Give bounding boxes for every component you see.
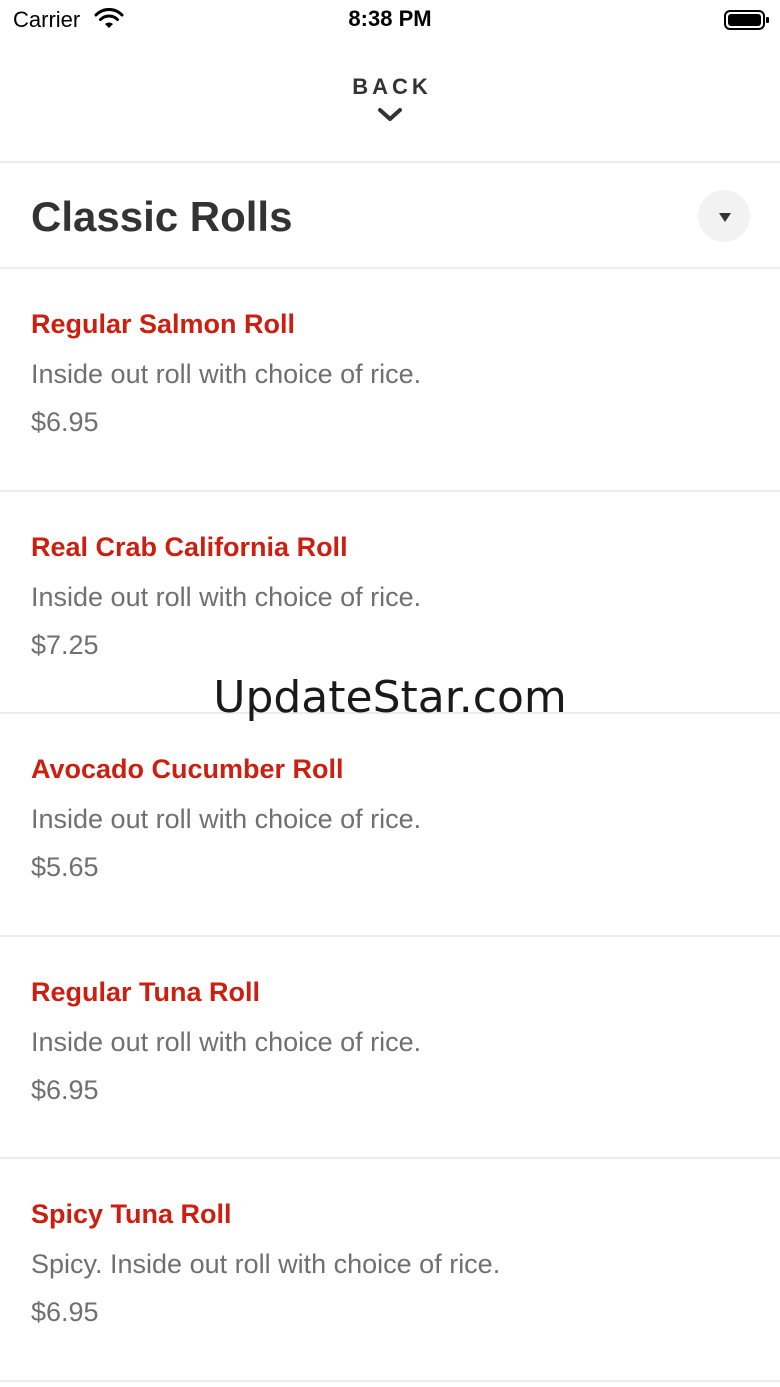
status-bar: Carrier 8:38 PM [0,0,780,40]
menu-item[interactable]: Regular Tuna Roll Inside out roll with c… [0,937,780,1159]
triangle-down-icon [719,213,731,222]
item-description: Inside out roll with choice of rice. [31,1026,422,1057]
battery-icon [724,10,769,30]
menu-item[interactable]: Regular Salmon Roll Inside out roll with… [0,269,780,492]
item-name: Regular Tuna Roll [31,976,261,1007]
category-title: Classic Rolls [31,193,293,240]
item-price: $7.25 [31,629,99,660]
item-description: Spicy. Inside out roll with choice of ri… [31,1249,501,1279]
clock: 8:38 PM [348,6,432,31]
category-dropdown-button[interactable] [698,190,750,242]
item-price: $6.95 [31,1074,99,1105]
menu-item[interactable]: Spicy Tuna Roll Spicy. Inside out roll w… [0,1159,780,1382]
item-description: Inside out roll with choice of rice. [31,581,422,612]
item-price: $5.65 [31,852,99,882]
item-price: $6.95 [31,1297,99,1327]
app-screen: Carrier 8:38 PM BACK Classic Rolls Regul… [0,0,780,1387]
item-name: Avocado Cucumber Roll [31,754,344,784]
menu-item[interactable]: Real Crab California Roll Inside out rol… [0,492,780,714]
item-name: Regular Salmon Roll [31,309,296,339]
category-header: Classic Rolls [0,163,780,269]
item-description: Inside out roll with choice of rice. [31,804,422,834]
chevron-down-icon [378,108,402,121]
item-description: Inside out roll with choice of rice. [31,359,422,389]
item-name: Spicy Tuna Roll [31,1199,232,1229]
menu-list: Regular Salmon Roll Inside out roll with… [0,269,780,1382]
item-price: $6.95 [31,407,99,437]
back-label: BACK [352,74,432,99]
back-button[interactable]: BACK [340,74,440,138]
menu-item[interactable]: Avocado Cucumber Roll Inside out roll wi… [0,714,780,937]
item-name: Real Crab California Roll [31,531,348,562]
back-header: BACK [0,40,780,163]
